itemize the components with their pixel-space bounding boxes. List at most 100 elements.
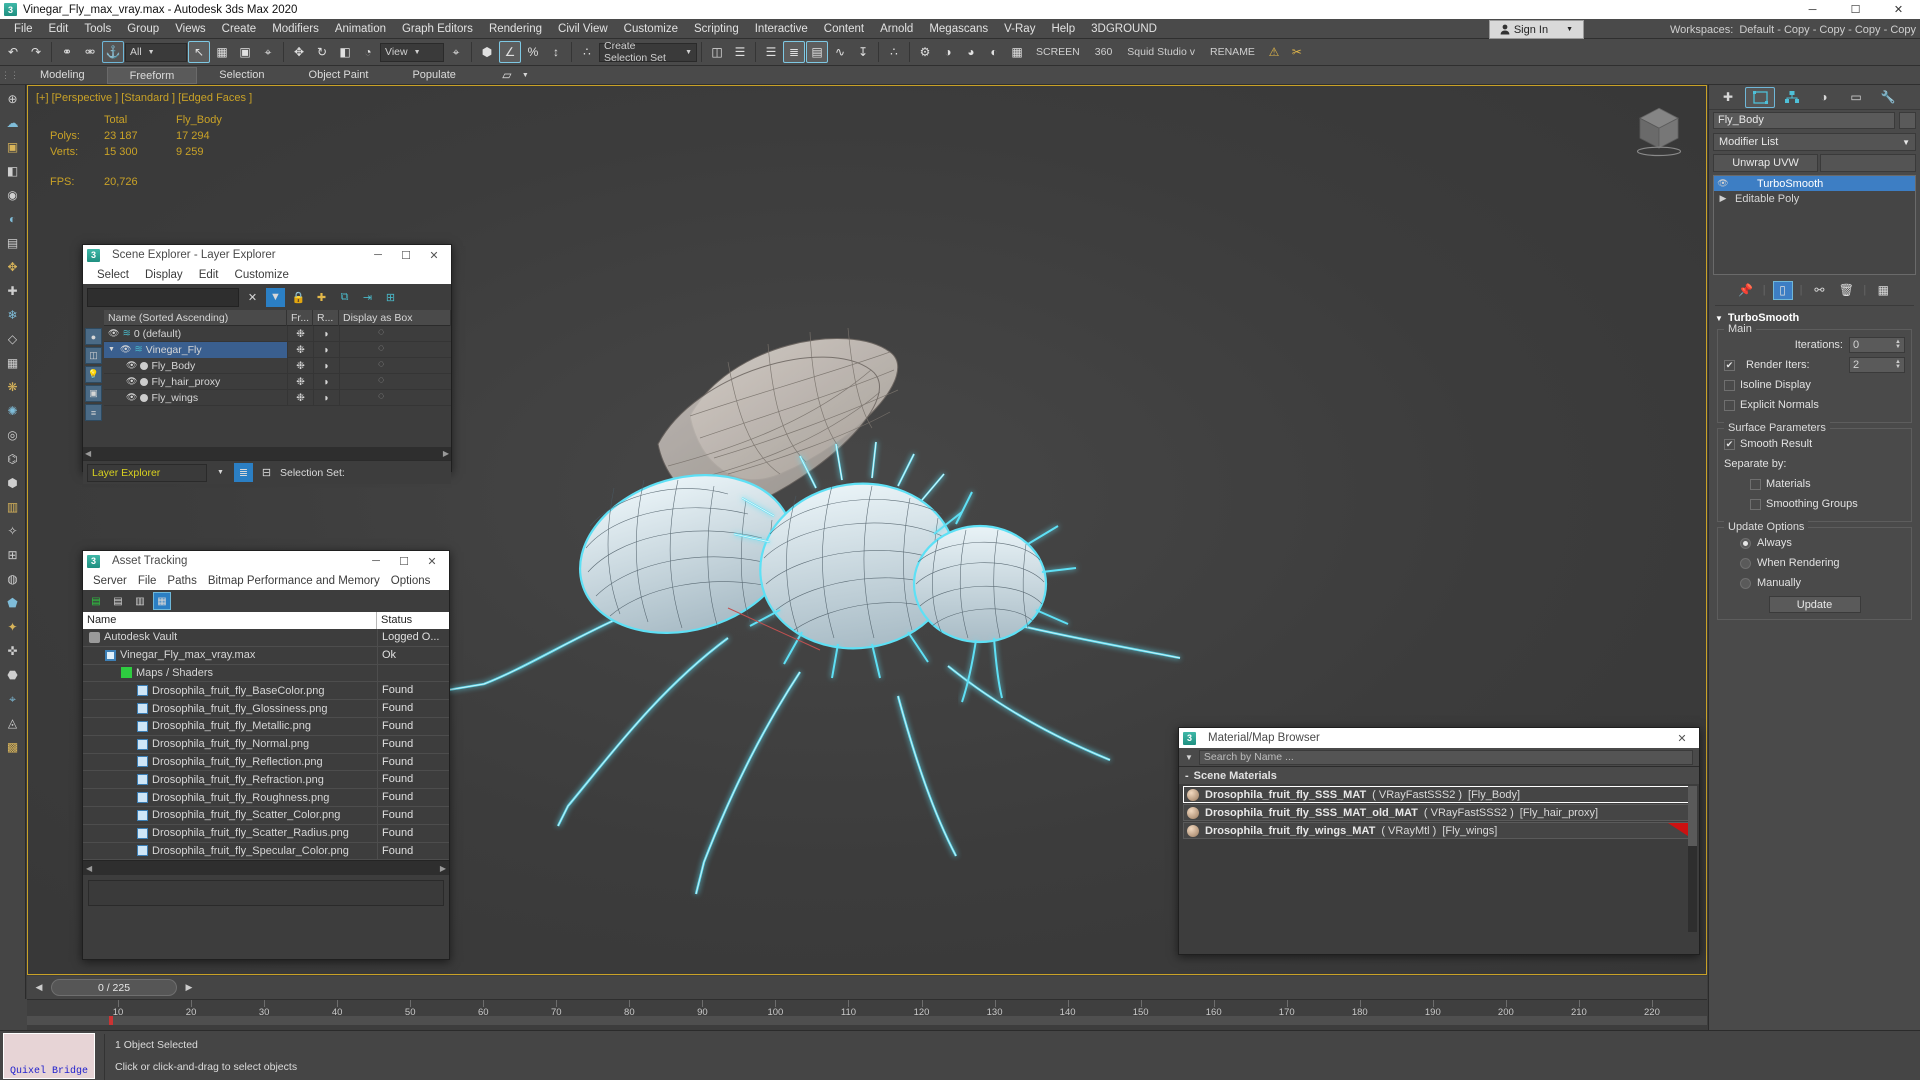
- quick-access-icon[interactable]: ⊕: [3, 89, 23, 109]
- scrollbar-thumb[interactable]: [1688, 786, 1697, 846]
- at-row[interactable]: Drosophila_fruit_fly_Roughness.png Found: [83, 789, 449, 807]
- box-toggle-icon[interactable]: ◌: [378, 358, 384, 370]
- menu-item-civil-view[interactable]: Civil View: [550, 19, 616, 39]
- se-row[interactable]: ▼ 👁 ≋ Vinegar_Fly ❉ ◗ ◌: [104, 341, 451, 358]
- layers-icon[interactable]: ◧: [3, 161, 23, 181]
- list-view-icon[interactable]: ▤: [109, 592, 127, 610]
- menu-item-modifiers[interactable]: Modifiers: [264, 19, 327, 39]
- maximize-button[interactable]: ☐: [393, 246, 419, 264]
- filter-geometry-icon[interactable]: ◫: [85, 347, 102, 364]
- at-row[interactable]: Drosophila_fruit_fly_BaseColor.png Found: [83, 682, 449, 701]
- asset-tracking-window[interactable]: 3 Asset Tracking ─ ☐ ✕ Server File Paths Bi…: [82, 550, 450, 960]
- menu-item-file[interactable]: File: [6, 19, 41, 39]
- scissors-icon[interactable]: ✂: [1286, 41, 1308, 63]
- particle-icon[interactable]: ❋: [3, 377, 23, 397]
- display-as-box-cell[interactable]: ◌: [339, 389, 451, 406]
- select-and-scale-button[interactable]: ◧: [334, 41, 356, 63]
- filter-all-icon[interactable]: ●: [85, 328, 102, 345]
- render-toggle[interactable]: ◗: [313, 357, 339, 374]
- render-in-grid-button[interactable]: ▦: [1006, 41, 1028, 63]
- smooth-result-checkbox[interactable]: ✔: [1724, 438, 1735, 450]
- ribbon-tab-selection[interactable]: Selection: [197, 67, 286, 84]
- display-as-box-cell[interactable]: ◌: [339, 373, 451, 390]
- toggle-ribbon-button[interactable]: ▤: [806, 41, 828, 63]
- menu-item-graph-editors[interactable]: Graph Editors: [394, 19, 481, 39]
- expand-arrow-icon[interactable]: ▶: [1717, 193, 1729, 204]
- ribbon-tab-modeling[interactable]: Modeling: [18, 67, 107, 84]
- menu-item-megascans[interactable]: Megascans: [921, 19, 996, 39]
- at-menu-bitmap-performance-and-memory[interactable]: Bitmap Performance and Memory: [208, 575, 380, 587]
- menu-item-content[interactable]: Content: [816, 19, 872, 39]
- chevron-down-icon[interactable]: ▼: [522, 72, 529, 79]
- visibility-eye-icon[interactable]: 👁: [108, 328, 119, 339]
- radio-button[interactable]: [1740, 557, 1751, 569]
- helper-icon[interactable]: ✥: [3, 257, 23, 277]
- sign-in-button[interactable]: Sign In ▼: [1488, 20, 1584, 39]
- at-row[interactable]: Drosophila_fruit_fly_Glossiness.png Found: [83, 700, 449, 718]
- selection-filter-dropdown[interactable]: All ▼: [125, 42, 187, 62]
- track-bar-track[interactable]: [27, 1016, 1707, 1025]
- modifier-stack[interactable]: 👁 TurboSmooth ▶ Editable Poly: [1713, 175, 1916, 275]
- update-option-row[interactable]: Always: [1724, 534, 1905, 552]
- scene-explorer-window[interactable]: 3 Scene Explorer - Layer Explorer ─ ☐ ✕ …: [82, 244, 452, 484]
- system-icon[interactable]: ❄: [3, 305, 23, 325]
- lock-icon[interactable]: 🔒: [289, 288, 308, 307]
- close-button[interactable]: ✕: [419, 552, 445, 570]
- close-button[interactable]: ✕: [1877, 0, 1920, 19]
- spacewarp-icon[interactable]: ✚: [3, 281, 23, 301]
- angle-snap-button[interactable]: ∠: [499, 41, 521, 63]
- edit-named-selection-sets-button[interactable]: ∴: [576, 41, 598, 63]
- percent-snap-button[interactable]: %: [522, 41, 544, 63]
- quixel-bridge-panel[interactable]: Quixel Bridge: [3, 1033, 95, 1079]
- mirror-icon[interactable]: ▥: [3, 497, 23, 517]
- render-production-button[interactable]: ◕: [960, 41, 982, 63]
- at-row[interactable]: Drosophila_fruit_fly_Metallic.png Found: [83, 717, 449, 736]
- object-color-swatch[interactable]: [1899, 111, 1916, 129]
- at-row[interactable]: Drosophila_fruit_fly_Specular_Color.png F…: [83, 842, 449, 861]
- radio-button[interactable]: [1740, 537, 1751, 549]
- render-icon[interactable]: ▣: [3, 137, 23, 157]
- menu-item-scripting[interactable]: Scripting: [686, 19, 747, 39]
- maximize-button[interactable]: ☐: [1834, 0, 1877, 19]
- render-iters-spinner[interactable]: 2 ▲ ▼: [1849, 357, 1905, 373]
- freeze-toggle[interactable]: ❉: [287, 389, 313, 406]
- unwrap-uvw-button[interactable]: Unwrap UVW: [1713, 154, 1818, 172]
- mirror-button[interactable]: ◫: [706, 41, 728, 63]
- se-row[interactable]: 👁 ≋ 0 (default) ❉ ◗ ◌: [104, 325, 451, 342]
- window-crossing-button[interactable]: ⌖: [257, 41, 279, 63]
- material-search-input[interactable]: Search by Name ...: [1198, 749, 1693, 765]
- filter-lights-icon[interactable]: 💡: [85, 366, 102, 383]
- scene-explorer-search-input[interactable]: [87, 287, 239, 307]
- material-icon[interactable]: ◉: [3, 185, 23, 205]
- hierarchy-icon[interactable]: ⊞: [381, 288, 400, 307]
- scroll-right-icon[interactable]: ▶: [440, 864, 446, 873]
- close-button[interactable]: ✕: [421, 246, 447, 264]
- scroll-left-icon[interactable]: ◀: [86, 864, 92, 873]
- se-menu-display[interactable]: Display: [145, 269, 183, 281]
- redo-button[interactable]: ↷: [25, 41, 47, 63]
- box-toggle-icon[interactable]: ◌: [378, 374, 384, 386]
- snaps-toggle-button[interactable]: ⬢: [476, 41, 498, 63]
- hierarchy-tab[interactable]: [1777, 87, 1807, 108]
- se-column-2[interactable]: R...: [313, 309, 339, 326]
- modifier-list-dropdown[interactable]: Modifier List ▼: [1713, 133, 1916, 151]
- se-column-1[interactable]: Fr...: [287, 309, 313, 326]
- display-as-box-cell[interactable]: ◌: [339, 341, 451, 358]
- align-icon[interactable]: ⬢: [3, 473, 23, 493]
- freeze-toggle[interactable]: ❉: [287, 325, 313, 342]
- menu-item-rendering[interactable]: Rendering: [481, 19, 550, 39]
- maximize-button[interactable]: ☐: [391, 552, 417, 570]
- chevron-down-icon[interactable]: ▼: [1185, 753, 1193, 762]
- minimize-button[interactable]: ─: [365, 246, 391, 264]
- shape-icon[interactable]: ◇: [3, 329, 23, 349]
- modifier-shortcut-empty[interactable]: [1820, 154, 1916, 172]
- track-bar[interactable]: 10 20 30 40 50 60 70 80 90 100 110 120 130 140 150 160 1…: [27, 999, 1707, 1025]
- schematic-view-button[interactable]: ↧: [852, 41, 874, 63]
- menu-item-v-ray[interactable]: V-Ray: [996, 19, 1043, 39]
- visibility-eye-icon[interactable]: 👁: [126, 376, 137, 387]
- freeze-toggle[interactable]: ❉: [287, 357, 313, 374]
- timeline-bar[interactable]: ◀ 0 / 225 ▶: [27, 976, 1707, 999]
- ribbon-tab-freeform[interactable]: Freeform: [106, 66, 198, 84]
- pin-stack-icon[interactable]: 📌: [1736, 281, 1756, 300]
- add-layer-icon[interactable]: ✚: [312, 288, 331, 307]
